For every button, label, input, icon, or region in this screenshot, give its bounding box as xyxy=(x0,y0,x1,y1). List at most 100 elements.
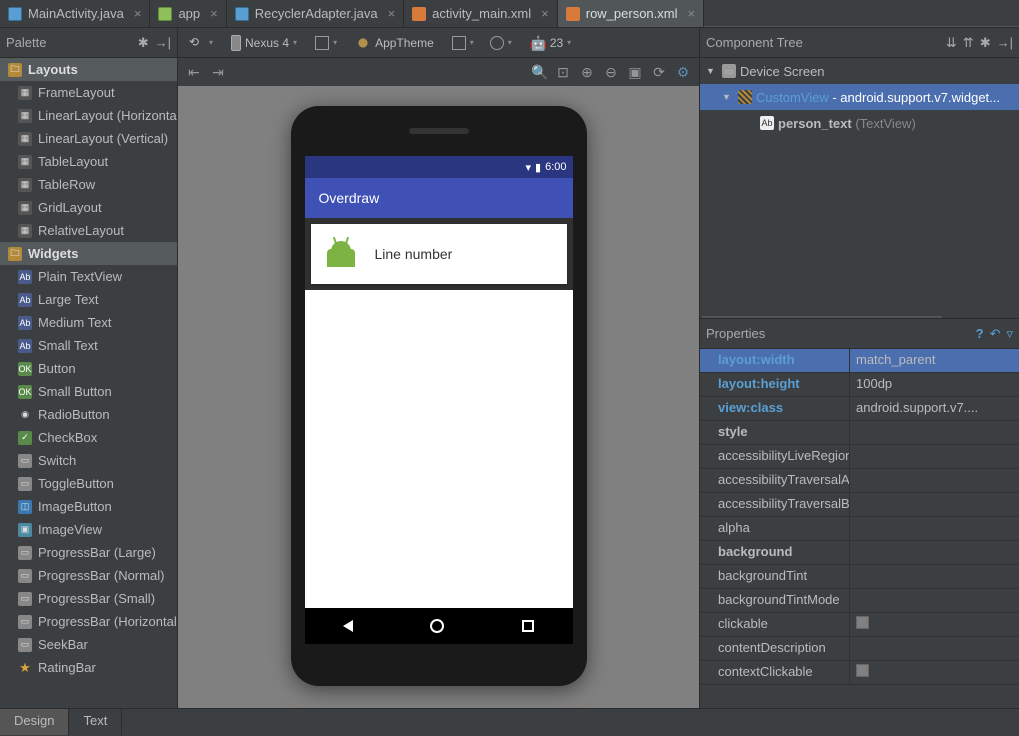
palette-item[interactable]: ★RatingBar xyxy=(0,656,177,679)
property-row[interactable]: layout:widthmatch_parent xyxy=(700,349,1019,373)
palette-item[interactable]: ▭SeekBar xyxy=(0,633,177,656)
properties-table[interactable]: layout:widthmatch_parentlayout:height100… xyxy=(700,349,1019,708)
property-row[interactable]: layout:height100dp xyxy=(700,373,1019,397)
checkbox[interactable] xyxy=(856,664,869,677)
palette-item[interactable]: ◉RadioButton xyxy=(0,403,177,426)
expand-icon[interactable]: ▼ xyxy=(722,92,734,102)
palette-item[interactable]: ▦TableRow xyxy=(0,173,177,196)
refresh-button[interactable]: ⟲▾ xyxy=(184,32,218,54)
property-row[interactable]: style xyxy=(700,421,1019,445)
component-tree[interactable]: ▼ ▭ Device Screen ▼ CustomView - android… xyxy=(700,58,1019,318)
palette-item[interactable]: AbLarge Text xyxy=(0,288,177,311)
palette-item[interactable]: ▣ImageView xyxy=(0,518,177,541)
property-value[interactable]: match_parent xyxy=(850,349,1019,372)
gear-icon[interactable]: ✱ xyxy=(138,35,149,51)
property-row[interactable]: accessibilityTraversalBefore xyxy=(700,493,1019,517)
palette-item[interactable]: ▦LinearLayout (Vertical) xyxy=(0,127,177,150)
palette-item[interactable]: ▭ProgressBar (Large) xyxy=(0,541,177,564)
design-tab[interactable]: Design xyxy=(0,709,69,735)
palette-group[interactable]: 🗀Widgets xyxy=(0,242,177,265)
preview-card[interactable]: Line number xyxy=(311,224,567,284)
screenshot-icon[interactable]: ▣ xyxy=(627,64,643,80)
property-value[interactable]: android.support.v7.... xyxy=(850,397,1019,420)
collapse-icon[interactable]: ⇥ xyxy=(210,64,226,80)
help-icon[interactable]: ? xyxy=(976,326,984,342)
expand-all-icon[interactable]: ⇊ xyxy=(946,35,957,51)
tab-main-activity[interactable]: MainActivity.java × xyxy=(0,0,150,27)
palette-item[interactable]: AbSmall Text xyxy=(0,334,177,357)
palette-item[interactable]: AbMedium Text xyxy=(0,311,177,334)
property-value[interactable] xyxy=(850,445,1019,468)
palette-item[interactable]: ✓CheckBox xyxy=(0,426,177,449)
property-row[interactable]: alpha xyxy=(700,517,1019,541)
tab-recycler-adapter[interactable]: RecyclerAdapter.java × xyxy=(227,0,404,27)
collapse-all-icon[interactable]: ⇈ xyxy=(963,35,974,51)
property-row[interactable]: clickable xyxy=(700,613,1019,637)
palette-item[interactable]: OKButton xyxy=(0,357,177,380)
property-value[interactable]: 100dp xyxy=(850,373,1019,396)
property-row[interactable]: contextClickable xyxy=(700,661,1019,685)
palette-item[interactable]: ▦GridLayout xyxy=(0,196,177,219)
close-icon[interactable]: × xyxy=(541,6,549,21)
refresh-icon[interactable]: ⟳ xyxy=(651,64,667,80)
property-value[interactable] xyxy=(850,541,1019,564)
palette-item[interactable]: ▦TableLayout xyxy=(0,150,177,173)
design-canvas[interactable]: ▾ ▮ 6:00 Overdraw Line number xyxy=(178,86,699,708)
gear-icon[interactable]: ⚙ xyxy=(675,64,691,80)
property-value[interactable] xyxy=(850,565,1019,588)
locale-button[interactable]: ▾ xyxy=(485,32,517,54)
palette-item[interactable]: AbPlain TextView xyxy=(0,265,177,288)
undo-icon[interactable]: ↶ xyxy=(990,326,1001,342)
zoom-in-icon[interactable]: ⊕ xyxy=(579,64,595,80)
palette-item[interactable]: ▦RelativeLayout xyxy=(0,219,177,242)
filter-icon[interactable]: ▿ xyxy=(1006,326,1013,342)
close-icon[interactable]: × xyxy=(210,6,218,21)
property-row[interactable]: background xyxy=(700,541,1019,565)
expand-icon[interactable]: ⇤ xyxy=(186,64,202,80)
tree-row-person-text[interactable]: Ab person_text (TextView) xyxy=(700,110,1019,136)
orientation-button[interactable]: ▾ xyxy=(310,32,342,54)
property-value[interactable] xyxy=(850,421,1019,444)
palette-item[interactable]: ▦FrameLayout xyxy=(0,81,177,104)
palette-item[interactable]: OKSmall Button xyxy=(0,380,177,403)
property-value[interactable] xyxy=(850,637,1019,660)
text-tab[interactable]: Text xyxy=(69,709,122,735)
property-value[interactable] xyxy=(850,589,1019,612)
property-row[interactable]: backgroundTint xyxy=(700,565,1019,589)
property-value[interactable] xyxy=(850,493,1019,516)
config-button[interactable]: ▾ xyxy=(447,32,479,54)
close-icon[interactable]: × xyxy=(388,6,396,21)
property-value[interactable] xyxy=(850,661,1019,684)
collapse-icon[interactable]: →| xyxy=(155,35,171,51)
palette-item[interactable]: ▭Switch xyxy=(0,449,177,472)
tree-row-device-screen[interactable]: ▼ ▭ Device Screen xyxy=(700,58,1019,84)
api-selector[interactable]: 🤖23▾ xyxy=(523,32,578,54)
palette-item[interactable]: ▭ProgressBar (Normal) xyxy=(0,564,177,587)
expand-icon[interactable]: ▼ xyxy=(706,66,718,76)
property-value[interactable] xyxy=(850,517,1019,540)
close-icon[interactable]: × xyxy=(134,6,142,21)
property-row[interactable]: contentDescription xyxy=(700,637,1019,661)
zoom-fit-icon[interactable]: 🔍 xyxy=(531,64,547,80)
tab-activity-main-xml[interactable]: activity_main.xml × xyxy=(404,0,558,27)
tab-app[interactable]: app × xyxy=(150,0,226,27)
palette-item[interactable]: ▭ProgressBar (Horizontal) xyxy=(0,610,177,633)
palette-group[interactable]: 🗀Layouts xyxy=(0,58,177,81)
theme-selector[interactable]: AppTheme xyxy=(348,32,441,54)
zoom-actual-icon[interactable]: ⊡ xyxy=(555,64,571,80)
palette-item[interactable]: ▭ToggleButton xyxy=(0,472,177,495)
gear-icon[interactable]: ✱ xyxy=(980,35,991,51)
tree-row-customview[interactable]: ▼ CustomView - android.support.v7.widget… xyxy=(700,84,1019,110)
property-value[interactable] xyxy=(850,613,1019,636)
palette-item[interactable]: ▭ProgressBar (Small) xyxy=(0,587,177,610)
property-value[interactable] xyxy=(850,469,1019,492)
hide-icon[interactable]: →| xyxy=(997,35,1013,51)
palette-item[interactable]: ▦LinearLayout (Horizontal) xyxy=(0,104,177,127)
close-icon[interactable]: × xyxy=(688,6,696,21)
device-selector[interactable]: Nexus 4▾ xyxy=(224,32,304,54)
checkbox[interactable] xyxy=(856,616,869,629)
property-row[interactable]: view:classandroid.support.v7.... xyxy=(700,397,1019,421)
palette-item[interactable]: ◫ImageButton xyxy=(0,495,177,518)
property-row[interactable]: accessibilityLiveRegion xyxy=(700,445,1019,469)
palette-list[interactable]: 🗀Layouts▦FrameLayout▦LinearLayout (Horiz… xyxy=(0,58,177,708)
